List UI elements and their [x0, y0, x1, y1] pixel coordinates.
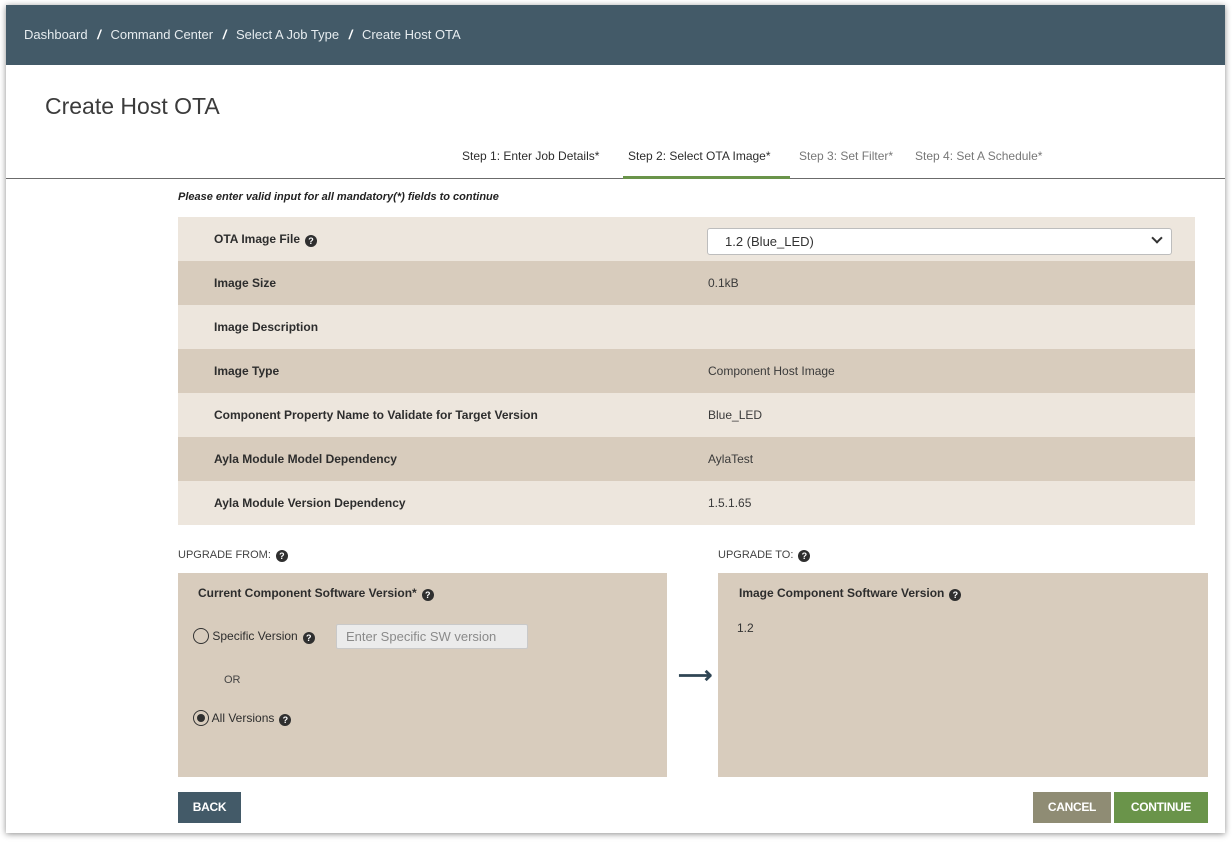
specific-version-label: Specific Version: [212, 629, 298, 643]
upgrade-from-panel: Current Component Software Version*? Spe…: [178, 573, 667, 777]
or-label: OR: [224, 674, 241, 686]
step-tabs: Step 1: Enter Job Details* Step 2: Selec…: [6, 143, 1225, 179]
row-value: Blue_LED: [708, 408, 763, 422]
arrow-right-icon: ⟶: [678, 662, 713, 689]
row-value: Component Host Image: [708, 364, 835, 378]
row-module-model: Ayla Module Model Dependency AylaTest: [178, 437, 1195, 481]
tab-step-1[interactable]: Step 1: Enter Job Details*: [462, 149, 599, 179]
ota-image-selected-value: 1.2 (Blue_LED): [725, 234, 814, 249]
question-circle-icon[interactable]: ?: [279, 714, 292, 726]
upgrade-to-label: UPGRADE TO:?: [718, 549, 811, 562]
row-value: 0.1kB: [708, 276, 739, 290]
breadcrumb-separator: /: [348, 27, 353, 42]
tab-step-4[interactable]: Step 4: Set A Schedule*: [915, 149, 1042, 179]
specific-version-option[interactable]: Specific Version?: [193, 628, 315, 644]
row-label: Ayla Module Version Dependency: [214, 496, 406, 510]
current-version-title: Current Component Software Version*?: [198, 586, 434, 601]
row-image-type: Image Type Component Host Image: [178, 349, 1195, 393]
row-label: Image Description: [214, 320, 319, 334]
row-label: OTA Image File?: [214, 232, 318, 247]
tab-step-2[interactable]: Step 2: Select OTA Image*: [623, 149, 790, 179]
chevron-down-icon: [1151, 232, 1163, 244]
cancel-button[interactable]: CANCEL: [1033, 792, 1111, 823]
row-label: Image Type: [214, 364, 280, 378]
continue-button[interactable]: CONTINUE: [1114, 792, 1208, 823]
row-label: Image Size: [214, 276, 277, 290]
question-circle-icon[interactable]: ?: [421, 589, 434, 601]
back-button[interactable]: BACK: [178, 792, 241, 823]
question-circle-icon[interactable]: ?: [798, 550, 811, 562]
breadcrumb-dashboard[interactable]: Dashboard: [24, 27, 88, 42]
row-label: Component Property Name to Validate for …: [214, 408, 538, 422]
tab-step-3[interactable]: Step 3: Set Filter*: [799, 149, 893, 179]
row-ota-image-file: OTA Image File? 1.2 (Blue_LED): [178, 217, 1195, 261]
breadcrumb-create-host-ota: Create Host OTA: [361, 27, 461, 42]
image-version-value: 1.2: [737, 621, 754, 635]
breadcrumb-separator: /: [222, 27, 227, 42]
ota-image-select[interactable]: 1.2 (Blue_LED): [707, 228, 1172, 255]
upgrade-from-label: UPGRADE FROM:?: [178, 549, 288, 562]
all-versions-label: All Versions: [211, 711, 275, 725]
row-image-description: Image Description: [178, 305, 1195, 349]
row-image-size: Image Size 0.1kB: [178, 261, 1195, 305]
question-circle-icon[interactable]: ?: [305, 235, 318, 247]
row-module-version: Ayla Module Version Dependency 1.5.1.65: [178, 481, 1195, 525]
breadcrumb: Dashboard / Command Center / Select A Jo…: [24, 27, 461, 42]
question-circle-icon[interactable]: ?: [275, 550, 288, 562]
all-versions-option[interactable]: All Versions?: [193, 710, 292, 726]
all-versions-radio[interactable]: [193, 710, 209, 726]
breadcrumb-command-center[interactable]: Command Center: [110, 27, 213, 42]
question-circle-icon[interactable]: ?: [949, 589, 962, 601]
upgrade-to-panel: Image Component Software Version? 1.2: [718, 573, 1208, 777]
row-component-property: Component Property Name to Validate for …: [178, 393, 1195, 437]
breadcrumb-separator: /: [97, 27, 101, 42]
specific-version-radio[interactable]: [193, 628, 209, 644]
row-value: AylaTest: [708, 452, 754, 466]
row-label: Ayla Module Model Dependency: [214, 452, 397, 466]
row-value: 1.5.1.65: [708, 496, 752, 510]
page-title: Create Host OTA: [45, 93, 220, 119]
mandatory-note: Please enter valid input for all mandato…: [178, 191, 499, 203]
app-window: Dashboard / Command Center / Select A Jo…: [6, 5, 1225, 833]
image-version-title: Image Component Software Version?: [739, 586, 962, 601]
breadcrumb-select-job-type[interactable]: Select A Job Type: [236, 27, 339, 42]
specific-version-input[interactable]: Enter Specific SW version: [336, 624, 528, 649]
image-details-table: OTA Image File? 1.2 (Blue_LED) Image Siz…: [178, 217, 1195, 525]
top-bar: Dashboard / Command Center / Select A Jo…: [6, 5, 1225, 65]
question-circle-icon[interactable]: ?: [302, 632, 315, 644]
